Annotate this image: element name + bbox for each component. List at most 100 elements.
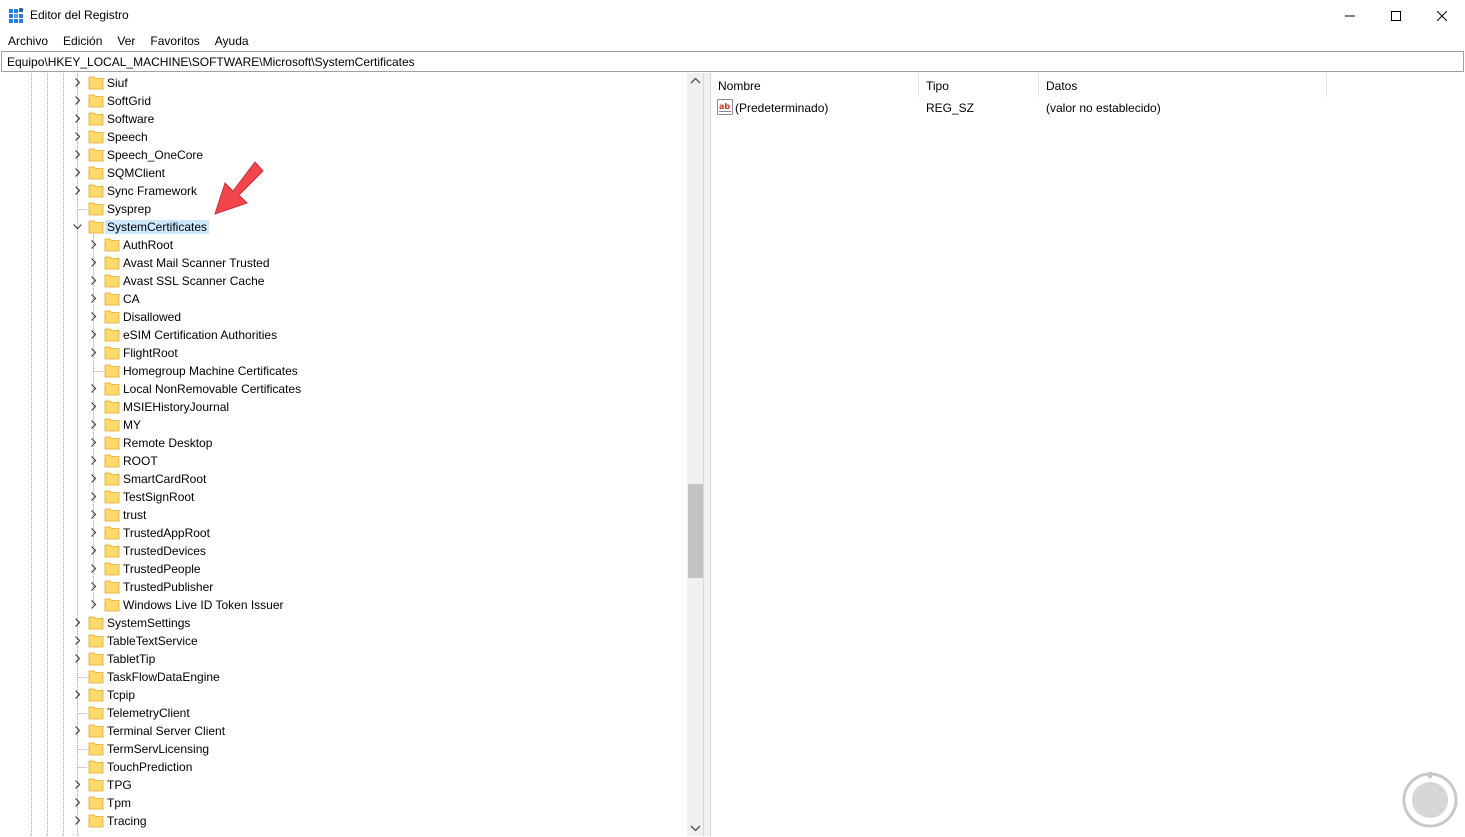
tree-item[interactable]: SoftGrid [1,92,687,110]
chevron-right-icon[interactable] [73,636,82,645]
chevron-right-icon[interactable] [89,330,98,339]
scroll-down-arrow-icon[interactable] [690,825,701,832]
tree-item[interactable]: Tpm [1,794,687,812]
chevron-right-icon[interactable] [89,474,98,483]
chevron-right-icon[interactable] [89,312,98,321]
tree-item[interactable]: TouchPrediction [1,758,687,776]
tree-item[interactable]: Software [1,110,687,128]
chevron-right-icon[interactable] [73,168,82,177]
chevron-right-icon[interactable] [73,114,82,123]
chevron-right-icon[interactable] [73,78,82,87]
chevron-right-icon[interactable] [89,600,98,609]
tree-item[interactable]: SmartCardRoot [1,470,687,488]
chevron-right-icon[interactable] [89,492,98,501]
tree-item[interactable]: Homegroup Machine Certificates [1,362,687,380]
tree-item[interactable]: TrustedPublisher [1,578,687,596]
tree-item[interactable]: MSIEHistoryJournal [1,398,687,416]
tree-item[interactable]: Windows Live ID Token Issuer [1,596,687,614]
column-header-tipo[interactable]: Tipo [919,73,1039,97]
chevron-right-icon[interactable] [73,150,82,159]
value-row[interactable]: ab (Predeterminado) REG_SZ (valor no est… [711,98,1465,116]
chevron-right-icon[interactable] [89,510,98,519]
tree-item[interactable]: Terminal Server Client [1,722,687,740]
tree-item[interactable]: SQMClient [1,164,687,182]
chevron-right-icon[interactable] [73,816,82,825]
tree-item[interactable]: ROOT [1,452,687,470]
minimize-button[interactable] [1327,0,1373,31]
tree-item[interactable]: Remote Desktop [1,434,687,452]
tree-item[interactable]: SystemCertificates [1,218,687,236]
tree-item[interactable]: FlightRoot [1,344,687,362]
menu-archivo[interactable]: Archivo [0,31,55,51]
menu-edicion[interactable]: Edición [55,31,109,51]
chevron-right-icon[interactable] [89,528,98,537]
menu-favoritos[interactable]: Favoritos [142,31,206,51]
tree-item[interactable]: Disallowed [1,308,687,326]
tree-item[interactable]: TrustedDevices [1,542,687,560]
tree-item-label: TPG [107,778,132,792]
scroll-up-arrow-icon[interactable] [690,77,701,84]
key-tree-pane[interactable]: Siuf SoftGrid Software Speech Speech_OneCore… [1,73,704,836]
maximize-button[interactable] [1373,0,1419,31]
folder-icon [88,220,104,234]
scrollbar-thumb[interactable] [688,483,703,578]
tree-vertical-scrollbar[interactable] [687,73,703,836]
tree-item[interactable]: AuthRoot [1,236,687,254]
column-header-nombre[interactable]: Nombre [711,73,919,97]
values-list-pane[interactable]: Nombre Tipo Datos ab (Predeterminado) RE… [710,73,1464,836]
tree-item[interactable]: CA [1,290,687,308]
chevron-right-icon[interactable] [73,726,82,735]
tree-item[interactable]: Sync Framework [1,182,687,200]
chevron-right-icon[interactable] [89,348,98,357]
tree-item[interactable]: SystemSettings [1,614,687,632]
tree-item[interactable]: Sysprep [1,200,687,218]
chevron-right-icon[interactable] [89,240,98,249]
chevron-right-icon[interactable] [89,546,98,555]
title-bar[interactable]: Editor del Registro [0,0,1465,31]
chevron-right-icon[interactable] [73,798,82,807]
menu-ver[interactable]: Ver [109,31,142,51]
chevron-right-icon[interactable] [89,420,98,429]
tree-item[interactable]: Tcpip [1,686,687,704]
tree-item[interactable]: MY [1,416,687,434]
chevron-right-icon[interactable] [89,564,98,573]
tree-item[interactable]: Avast Mail Scanner Trusted [1,254,687,272]
chevron-right-icon[interactable] [73,186,82,195]
chevron-right-icon[interactable] [73,780,82,789]
chevron-right-icon[interactable] [73,132,82,141]
tree-item[interactable]: TPG [1,776,687,794]
menu-ayuda[interactable]: Ayuda [207,31,256,51]
tree-item[interactable]: Siuf [1,74,687,92]
tree-item[interactable]: TabletTip [1,650,687,668]
chevron-right-icon[interactable] [89,438,98,447]
tree-item[interactable]: TestSignRoot [1,488,687,506]
chevron-down-icon[interactable] [73,222,82,231]
tree-item[interactable]: TaskFlowDataEngine [1,668,687,686]
tree-item[interactable]: Local NonRemovable Certificates [1,380,687,398]
tree-item[interactable]: Avast SSL Scanner Cache [1,272,687,290]
chevron-right-icon[interactable] [73,96,82,105]
tree-item[interactable]: TableTextService [1,632,687,650]
address-bar[interactable]: Equipo\HKEY_LOCAL_MACHINE\SOFTWARE\Micro… [1,51,1464,72]
chevron-right-icon[interactable] [73,690,82,699]
chevron-right-icon[interactable] [73,654,82,663]
column-header-datos[interactable]: Datos [1039,73,1327,97]
tree-item[interactable]: TermServLicensing [1,740,687,758]
chevron-right-icon[interactable] [89,402,98,411]
tree-item[interactable]: Speech [1,128,687,146]
chevron-right-icon[interactable] [89,384,98,393]
close-button[interactable] [1419,0,1465,31]
chevron-right-icon[interactable] [89,258,98,267]
tree-item[interactable]: TrustedPeople [1,560,687,578]
tree-item[interactable]: eSIM Certification Authorities [1,326,687,344]
chevron-right-icon[interactable] [89,582,98,591]
tree-item[interactable]: TelemetryClient [1,704,687,722]
tree-item[interactable]: Tracing [1,812,687,830]
tree-item[interactable]: Speech_OneCore [1,146,687,164]
chevron-right-icon[interactable] [89,456,98,465]
tree-item[interactable]: TrustedAppRoot [1,524,687,542]
chevron-right-icon[interactable] [89,276,98,285]
chevron-right-icon[interactable] [73,618,82,627]
chevron-right-icon[interactable] [89,294,98,303]
tree-item[interactable]: trust [1,506,687,524]
